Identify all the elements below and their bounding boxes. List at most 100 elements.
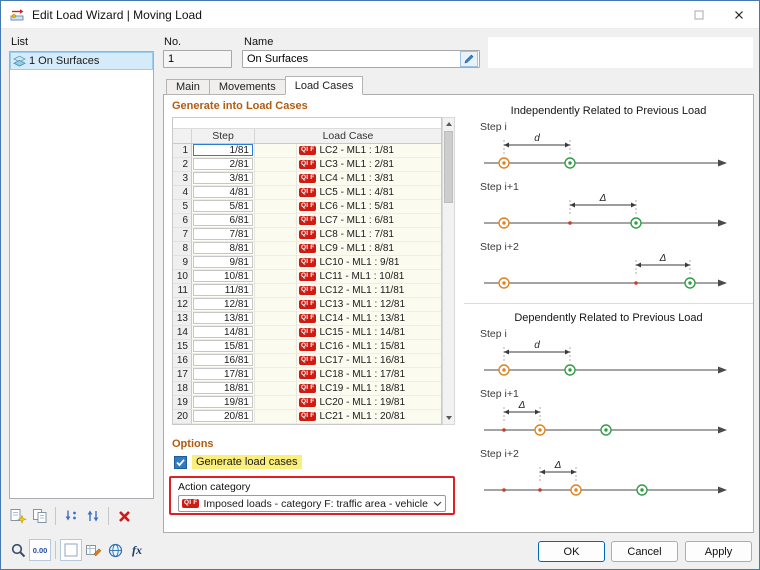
table-row[interactable]: 55/81QI FLC6 - ML1 : 5/81: [173, 200, 441, 214]
step-cell[interactable]: 5/81: [192, 200, 255, 214]
ok-button[interactable]: OK: [538, 541, 605, 562]
formula-button[interactable]: fx: [126, 539, 148, 561]
load-case-cell[interactable]: QI FLC8 - ML1 : 7/81: [297, 228, 441, 242]
arrows-down-button[interactable]: [60, 505, 82, 527]
table-row[interactable]: 88/81QI FLC9 - ML1 : 8/81: [173, 242, 441, 256]
tab-movements[interactable]: Movements: [209, 79, 286, 95]
load-case-cell[interactable]: QI FLC19 - ML1 : 18/81: [297, 382, 441, 396]
decimal-places-button[interactable]: 0.00: [29, 539, 51, 561]
step-cell[interactable]: 19/81: [192, 396, 255, 410]
diagram-independent-step-i: d: [478, 133, 753, 177]
table-row[interactable]: 22/81QI FLC3 - ML1 : 2/81: [173, 158, 441, 172]
search-button[interactable]: [7, 539, 29, 561]
generate-load-cases-label[interactable]: Generate load cases: [192, 455, 302, 469]
generate-load-cases-option[interactable]: Generate load cases: [174, 455, 302, 469]
cancel-button[interactable]: Cancel: [611, 541, 678, 562]
table-row[interactable]: 1010/81QI FLC11 - ML1 : 10/81: [173, 270, 441, 284]
name-field[interactable]: [242, 50, 480, 68]
table-row[interactable]: 33/81 QI FLC4 - ML1 : 3/81: [173, 172, 441, 186]
load-case-cell[interactable]: QI FLC9 - ML1 : 8/81: [297, 242, 441, 256]
table-row[interactable]: 99/81QI FLC10 - ML1 : 9/81: [173, 256, 441, 270]
table-row[interactable]: 1616/81QI FLC17 - ML1 : 16/81: [173, 354, 441, 368]
action-category-select[interactable]: QI F Imposed loads - category F: traffic…: [178, 495, 446, 512]
table-row[interactable]: 1919/81QI FLC20 - ML1 : 19/81: [173, 396, 441, 410]
load-case-cell[interactable]: QI FLC10 - ML1 : 9/81: [297, 256, 441, 270]
load-case-cell[interactable]: QI FLC7 - ML1 : 6/81: [297, 214, 441, 228]
load-case-cell[interactable]: QI FLC12 - ML1 : 11/81: [297, 284, 441, 298]
table-row[interactable]: 77/81QI FLC8 - ML1 : 7/81: [173, 228, 441, 242]
load-case-cell[interactable]: QI FLC15 - ML1 : 14/81: [297, 326, 441, 340]
step-cell[interactable]: 4/81: [192, 186, 255, 200]
no-field[interactable]: [163, 50, 232, 68]
step-cell[interactable]: 8/81: [192, 242, 255, 256]
table-row[interactable]: 1717/81QI FLC18 - ML1 : 17/81: [173, 368, 441, 382]
tab-load-cases[interactable]: Load Cases: [285, 76, 364, 95]
table-row[interactable]: 66/81QI FLC7 - ML1 : 6/81: [173, 214, 441, 228]
table-row[interactable]: 1414/81QI FLC15 - ML1 : 14/81: [173, 326, 441, 340]
load-case-cell[interactable]: QI FLC3 - ML1 : 2/81: [297, 158, 441, 172]
load-case-cell[interactable]: QI FLC16 - ML1 : 15/81: [297, 340, 441, 354]
step-cell[interactable]: 1/81: [192, 144, 255, 158]
table-row[interactable]: 1313/81QI FLC14 - ML1 : 13/81: [173, 312, 441, 326]
maximize-button[interactable]: [679, 1, 719, 28]
checkbox-checked-icon[interactable]: [174, 456, 187, 469]
table-row[interactable]: 1111/81QI FLC12 - ML1 : 11/81: [173, 284, 441, 298]
step-cell[interactable]: 20/81: [192, 410, 255, 424]
step-cell[interactable]: 12/81: [192, 298, 255, 312]
load-case-label: LC3 - ML1 : 2/81: [319, 159, 393, 170]
close-button[interactable]: [719, 1, 759, 28]
step-cell[interactable]: 2/81: [192, 158, 255, 172]
row-number: 3: [173, 172, 192, 186]
load-case-cell[interactable]: QI FLC4 - ML1 : 3/81: [297, 172, 441, 186]
load-case-cell[interactable]: QI FLC13 - ML1 : 12/81: [297, 298, 441, 312]
titlebar[interactable]: Edit Load Wizard | Moving Load: [1, 1, 759, 29]
load-case-cell[interactable]: QI FLC5 - ML1 : 4/81: [297, 186, 441, 200]
step-cell[interactable]: 14/81: [192, 326, 255, 340]
load-case-label: LC21 - ML1 : 20/81: [319, 411, 405, 422]
load-case-cell[interactable]: QI FLC2 - ML1 : 1/81: [297, 144, 441, 158]
table-row[interactable]: 11/81QI FLC2 - ML1 : 1/81: [173, 144, 441, 158]
delete-button[interactable]: [113, 505, 135, 527]
step-cell[interactable]: 16/81: [192, 354, 255, 368]
load-case-cell[interactable]: QI FLC21 - ML1 : 20/81: [297, 410, 441, 424]
load-case-cell[interactable]: QI FLC6 - ML1 : 5/81: [297, 200, 441, 214]
list-item[interactable]: 1 On Surfaces: [10, 52, 153, 70]
step-cell[interactable]: 10/81: [192, 270, 255, 284]
step-cell[interactable]: 17/81: [192, 368, 255, 382]
table-row[interactable]: 2020/81QI FLC21 - ML1 : 20/81: [173, 410, 441, 424]
table-row[interactable]: 44/81QI FLC5 - ML1 : 4/81: [173, 186, 441, 200]
display-panel-button[interactable]: [60, 539, 82, 561]
action-category-badge: QI F: [299, 230, 316, 239]
step-cell[interactable]: 7/81: [192, 228, 255, 242]
table-row[interactable]: 1515/81QI FLC16 - ML1 : 15/81: [173, 340, 441, 354]
load-case-cell[interactable]: QI FLC20 - ML1 : 19/81: [297, 396, 441, 410]
edit-name-button[interactable]: [460, 51, 478, 67]
step-cell[interactable]: 9/81: [192, 256, 255, 270]
edit-table-button[interactable]: [82, 539, 104, 561]
load-wizard-list[interactable]: 1 On Surfaces: [9, 51, 154, 499]
table-header-row: Step Load Case: [173, 129, 441, 144]
empty-cell: [255, 410, 297, 424]
load-case-cell[interactable]: QI FLC11 - ML1 : 10/81: [297, 270, 441, 284]
step-cell[interactable]: 3/81: [192, 172, 255, 186]
scrollbar-thumb[interactable]: [444, 131, 453, 203]
tab-main[interactable]: Main: [166, 79, 210, 95]
table-row[interactable]: 1212/81QI FLC13 - ML1 : 12/81: [173, 298, 441, 312]
copy-button[interactable]: [29, 505, 51, 527]
scroll-down-arrow[interactable]: [443, 412, 454, 424]
load-case-cell[interactable]: QI FLC18 - ML1 : 17/81: [297, 368, 441, 382]
step-cell[interactable]: 6/81: [192, 214, 255, 228]
step-cell[interactable]: 13/81: [192, 312, 255, 326]
step-cell[interactable]: 18/81: [192, 382, 255, 396]
step-cell[interactable]: 15/81: [192, 340, 255, 354]
scroll-up-arrow[interactable]: [443, 118, 454, 130]
step-cell[interactable]: 11/81: [192, 284, 255, 298]
new-button[interactable]: [7, 505, 29, 527]
apply-button[interactable]: Apply: [685, 541, 752, 562]
table-scrollbar[interactable]: [442, 117, 455, 425]
load-case-cell[interactable]: QI FLC17 - ML1 : 16/81: [297, 354, 441, 368]
globe-button[interactable]: [104, 539, 126, 561]
load-case-cell[interactable]: QI FLC14 - ML1 : 13/81: [297, 312, 441, 326]
table-row[interactable]: 1818/81QI FLC19 - ML1 : 18/81: [173, 382, 441, 396]
arrows-up-down-button[interactable]: [82, 505, 104, 527]
